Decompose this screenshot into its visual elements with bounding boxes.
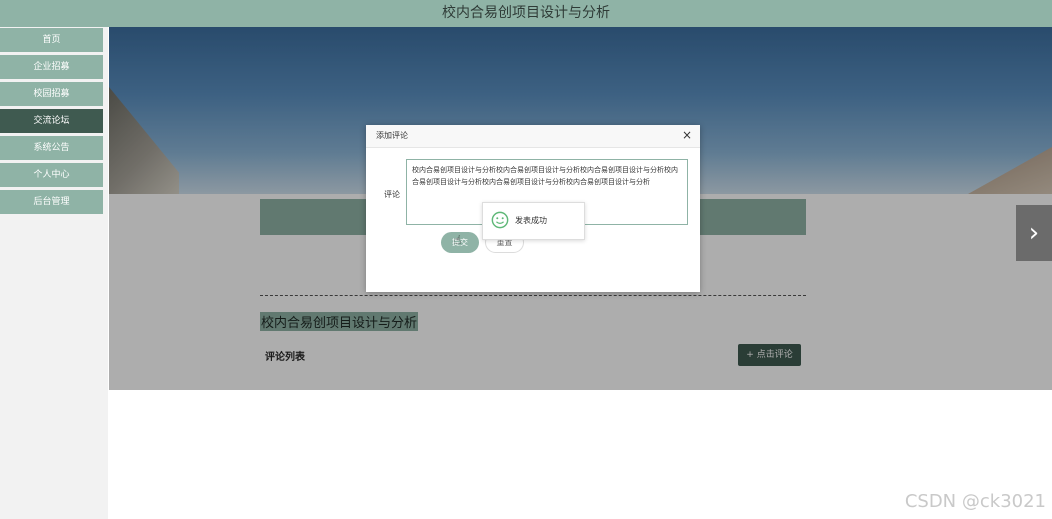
comment-field-label: 评论 [384,190,400,199]
chevron-right-icon[interactable]: › [1016,205,1052,261]
sidebar-item-home[interactable]: 首页 [0,28,103,52]
sidebar: 首页 企业招募 校园招募 交流论坛 系统公告 个人中心 后台管理 [0,27,108,519]
sidebar-item-enterprise-recruit[interactable]: 企业招募 [0,55,103,79]
dialog-header: 添加评论 × [366,125,700,148]
success-toast: 发表成功 [482,202,585,240]
sidebar-item-personal-center[interactable]: 个人中心 [0,163,103,187]
sidebar-item-admin[interactable]: 后台管理 [0,190,103,214]
close-icon[interactable]: × [682,128,692,142]
watermark: CSDN @ck3021 [904,491,1046,512]
sidebar-item-forum[interactable]: 交流论坛 [0,109,103,133]
toast-message: 发表成功 [515,216,547,225]
dialog-title: 添加评论 [376,131,408,140]
app-title: 校内合易创项目设计与分析 [0,0,1052,27]
sidebar-item-announcements[interactable]: 系统公告 [0,136,103,160]
sidebar-item-campus-recruit[interactable]: 校园招募 [0,82,103,106]
hand-cursor-icon: ☝ [454,233,462,247]
smile-icon [491,211,509,229]
